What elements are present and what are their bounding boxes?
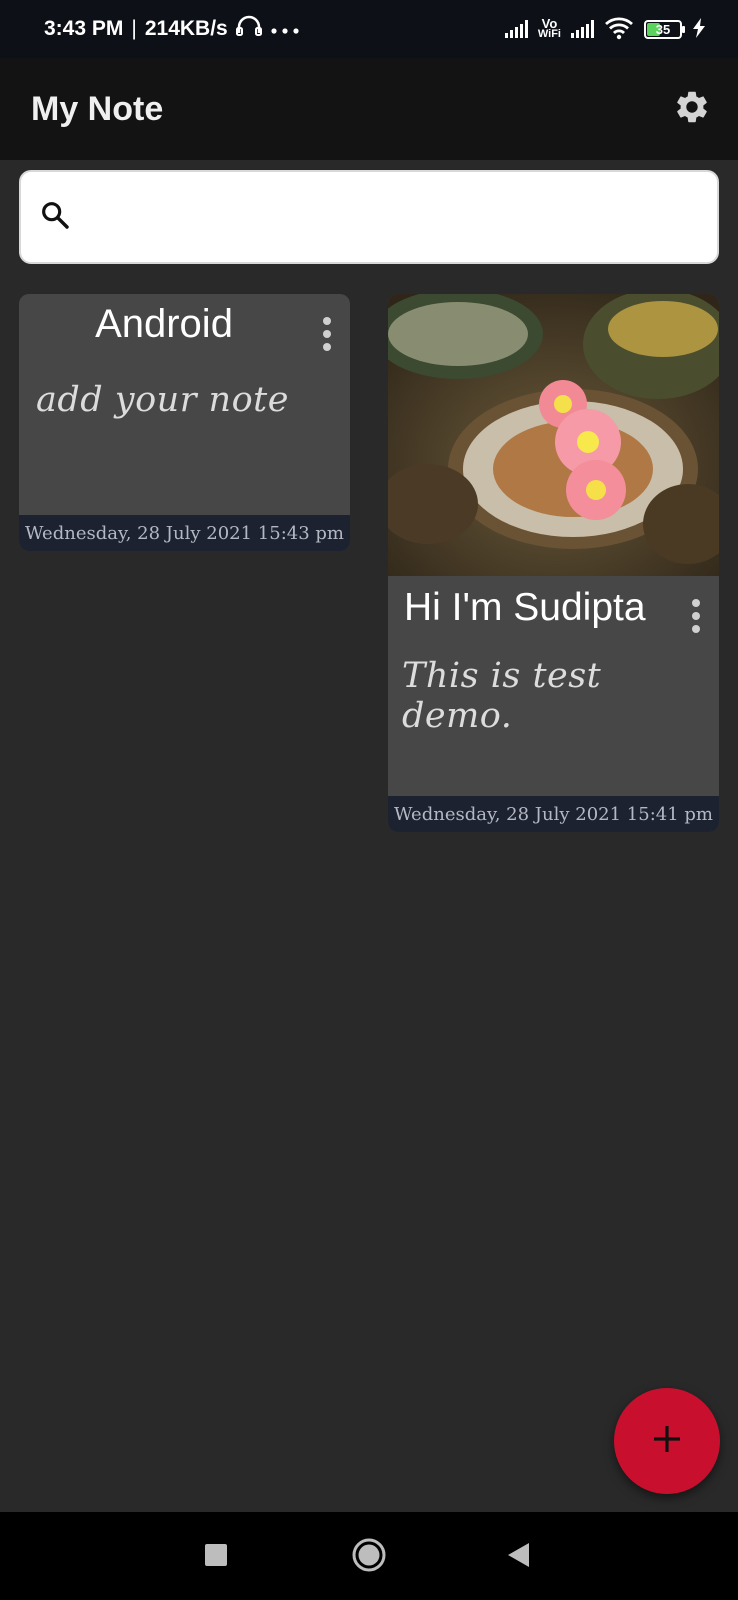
note-card[interactable]: Hi I'm Sudipta This is test demo. Wednes… <box>388 294 719 832</box>
add-icon <box>651 1423 683 1460</box>
screen: 3:43 PM | 214KB/s Vo WiFi 35 My Note And… <box>0 0 738 1600</box>
app-bar: My Note <box>0 58 738 160</box>
note-body: add your note <box>36 380 289 420</box>
navigation-bar <box>0 1512 738 1600</box>
note-body: This is test demo. <box>402 656 602 736</box>
battery-level: 35 <box>655 21 671 37</box>
status-left: 3:43 PM | 214KB/s <box>44 15 300 43</box>
note-menu-button[interactable] <box>315 312 339 356</box>
battery-icon: 35 <box>644 19 685 39</box>
home-button[interactable] <box>344 1532 394 1582</box>
status-speed: 214KB/s <box>144 17 228 40</box>
note-title: Android <box>95 302 233 346</box>
search-input[interactable] <box>85 187 717 247</box>
app-title: My Note <box>31 89 164 128</box>
settings-gear-icon <box>673 88 711 131</box>
status-time: 3:43 PM <box>44 17 124 40</box>
note-date: Wednesday, 28 July 2021 15:43 pm <box>19 515 350 551</box>
signal-icon <box>571 20 594 38</box>
settings-button[interactable] <box>670 87 714 131</box>
recent-apps-button[interactable] <box>191 1532 241 1582</box>
home-icon <box>351 1537 387 1578</box>
vowifi-bottom: WiFi <box>537 28 561 40</box>
kebab-menu-icon <box>323 317 331 351</box>
status-bar: 3:43 PM | 214KB/s Vo WiFi 35 <box>0 0 738 58</box>
back-button[interactable] <box>494 1532 544 1582</box>
signal-icon <box>504 20 528 38</box>
status-separator: | <box>131 17 137 40</box>
charging-icon <box>692 17 706 41</box>
note-menu-button[interactable] <box>684 594 708 638</box>
more-dots-icon <box>270 17 300 41</box>
note-card[interactable]: Android add your note Wednesday, 28 July… <box>19 294 350 551</box>
kebab-menu-icon <box>692 599 700 633</box>
search-bar[interactable] <box>19 170 719 264</box>
vowifi-label: Vo WiFi <box>537 17 561 40</box>
headset-icon <box>235 15 262 43</box>
add-note-button[interactable] <box>614 1388 720 1494</box>
back-icon <box>506 1541 532 1574</box>
search-icon <box>39 199 71 236</box>
note-image <box>388 294 719 576</box>
note-date: Wednesday, 28 July 2021 15:41 pm <box>388 796 719 832</box>
note-title: Hi I'm Sudipta <box>404 586 646 629</box>
status-right: Vo WiFi 35 <box>504 16 706 43</box>
recent-apps-icon <box>204 1543 228 1572</box>
wifi-icon <box>604 16 634 43</box>
